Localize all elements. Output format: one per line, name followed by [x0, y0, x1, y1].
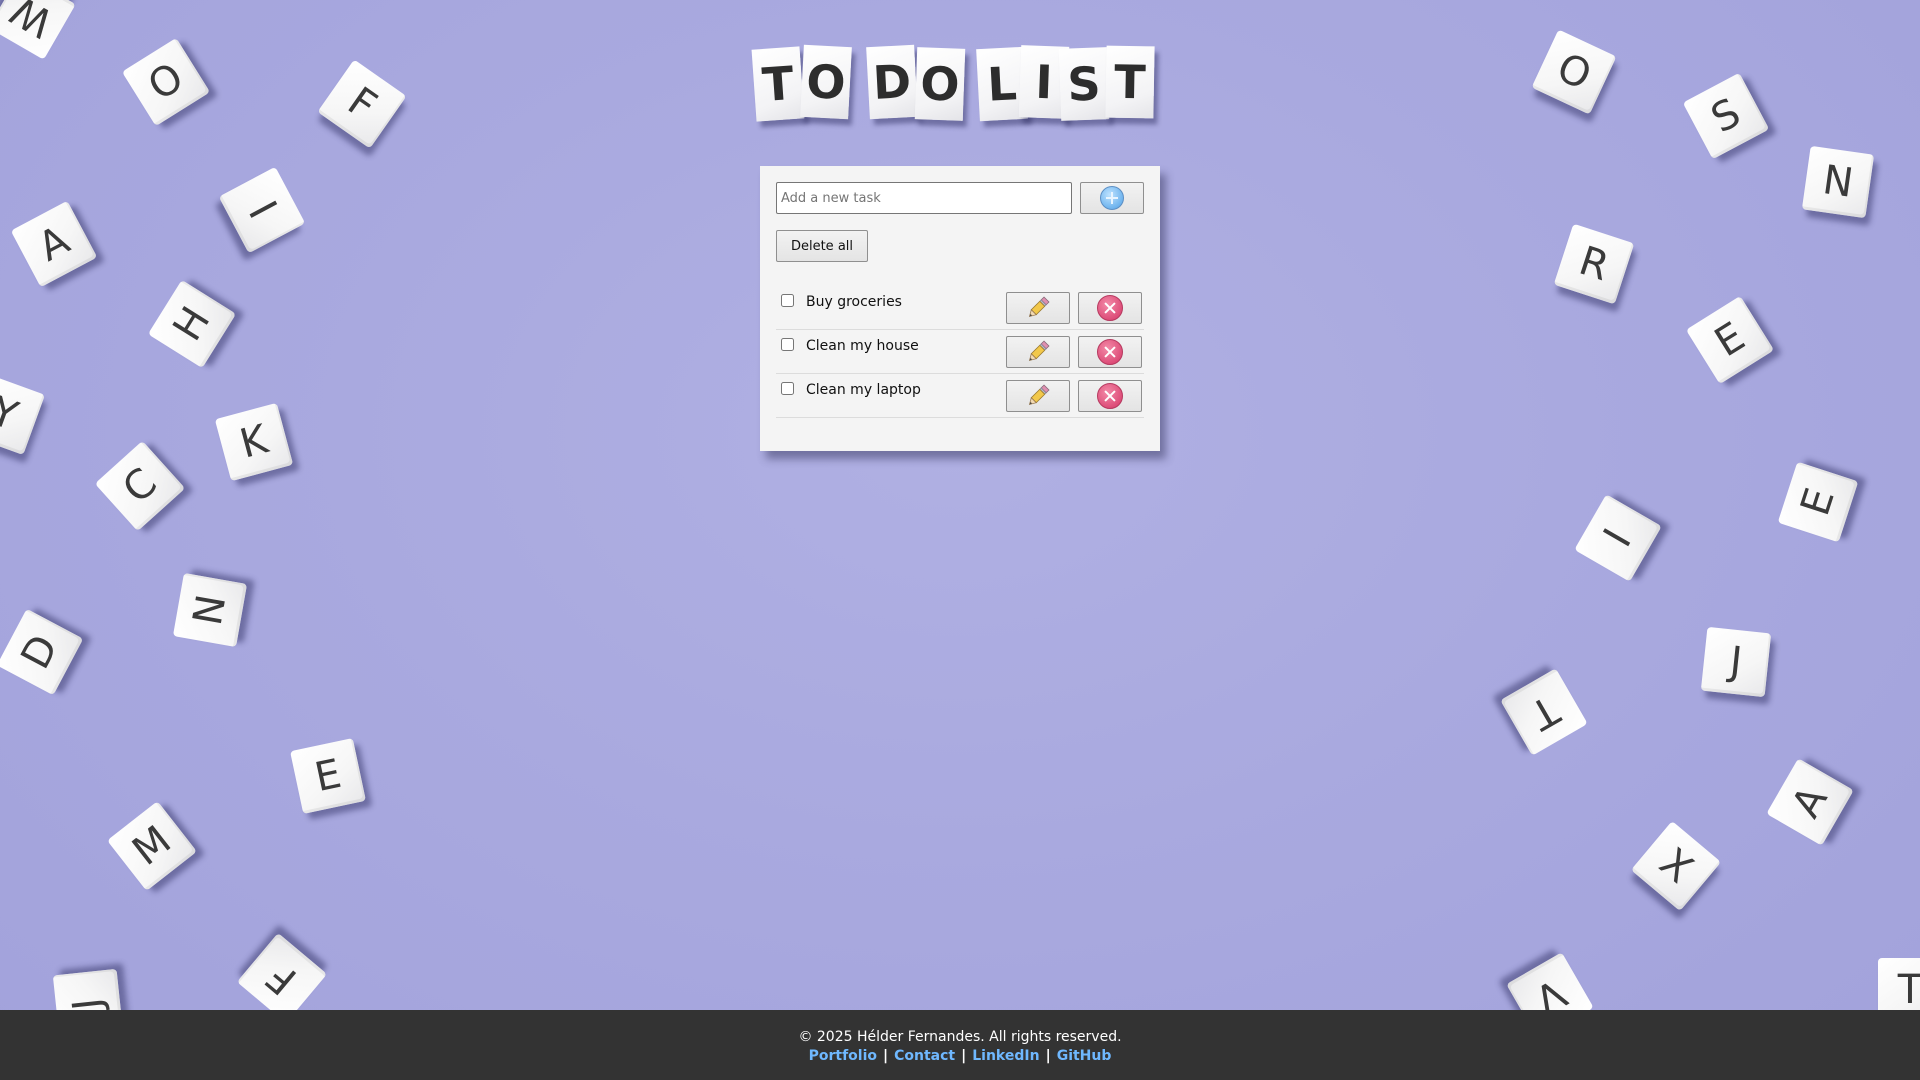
page-title: T O D O L I S T: [751, 44, 1172, 134]
letter-tile: I: [218, 166, 306, 254]
remove-task-button[interactable]: [1078, 380, 1142, 412]
letter-tile: E: [1777, 461, 1859, 543]
title-letter-tile: T: [1105, 45, 1155, 119]
title-letter-tile: O: [800, 44, 852, 120]
letter-tile: V: [1506, 952, 1594, 1010]
title-letter-tile: S: [1058, 47, 1110, 121]
letter-tile: I: [1574, 494, 1662, 582]
pencil-icon: [1028, 340, 1050, 362]
task-checkbox[interactable]: [781, 294, 794, 307]
letter-tile: T: [1500, 668, 1588, 756]
task-label: Buy groceries: [806, 294, 902, 310]
letter-tile: N: [1801, 145, 1875, 219]
letter-tile: C: [94, 440, 186, 532]
portfolio-link[interactable]: Portfolio: [809, 1048, 877, 1064]
github-link[interactable]: GitHub: [1057, 1048, 1112, 1064]
letter-tile: J: [1700, 626, 1772, 698]
x-circle-icon: [1097, 383, 1123, 409]
link-separator: |: [961, 1048, 967, 1064]
edit-task-button[interactable]: [1006, 336, 1070, 368]
task-row: Buy groceries: [776, 286, 1144, 330]
task-checkbox[interactable]: [781, 338, 794, 351]
edit-task-button[interactable]: [1006, 292, 1070, 324]
letter-tile: E: [290, 738, 366, 814]
letter-tile: X: [1630, 820, 1722, 912]
letter-tile: F: [317, 59, 407, 149]
letter-tile: Y: [0, 372, 46, 456]
letter-tile: F: [236, 932, 328, 1010]
copyright-text: © 2025 Hélder Fernandes. All rights rese…: [798, 1029, 1122, 1045]
letter-tile: J: [52, 968, 124, 1010]
title-letter-tile: D: [866, 44, 918, 120]
plus-circle-icon: [1100, 186, 1124, 210]
letter-tile: M: [107, 801, 197, 891]
remove-task-button[interactable]: [1078, 336, 1142, 368]
letter-tile: T: [1878, 958, 1920, 1010]
footer-links: Portfolio | Contact | LinkedIn | GitHub: [0, 1048, 1920, 1064]
letter-tile: O: [1531, 29, 1617, 115]
letter-tile: K: [214, 402, 294, 482]
edit-task-button[interactable]: [1006, 380, 1070, 412]
todo-card: Delete all Buy groceries: [760, 166, 1160, 451]
title-letter-tile: T: [751, 46, 805, 122]
footer: © 2025 Hélder Fernandes. All rights rese…: [0, 1010, 1920, 1080]
letter-tile: O: [121, 37, 211, 127]
task-label: Clean my house: [806, 338, 919, 354]
x-circle-icon: [1097, 295, 1123, 321]
link-separator: |: [883, 1048, 889, 1064]
linkedin-link[interactable]: LinkedIn: [972, 1048, 1039, 1064]
letter-tile: N: [172, 572, 248, 648]
task-row: Clean my house: [776, 330, 1144, 374]
delete-all-button[interactable]: Delete all: [776, 230, 868, 262]
pencil-icon: [1028, 296, 1050, 318]
letter-tile: A: [1766, 758, 1854, 846]
background-scene: W O F I A H Y K C N D E M J F O S N R E …: [0, 0, 1920, 1010]
link-separator: |: [1045, 1048, 1051, 1064]
letter-tile: E: [1685, 295, 1775, 385]
letter-tile: D: [0, 608, 84, 696]
letter-tile: S: [1682, 72, 1770, 160]
contact-link[interactable]: Contact: [894, 1048, 955, 1064]
remove-task-button[interactable]: [1078, 292, 1142, 324]
pencil-icon: [1028, 384, 1050, 406]
task-checkbox[interactable]: [781, 382, 794, 395]
letter-tile: W: [0, 0, 76, 60]
add-task-button[interactable]: [1080, 182, 1144, 214]
new-task-input[interactable]: [776, 182, 1072, 214]
task-label: Clean my laptop: [806, 382, 921, 398]
task-row: Clean my laptop: [776, 374, 1144, 418]
letter-tile: R: [1553, 223, 1635, 305]
x-circle-icon: [1097, 339, 1123, 365]
title-letter-tile: O: [914, 47, 966, 121]
letter-tile: A: [10, 200, 98, 288]
letter-tile: H: [147, 279, 237, 369]
